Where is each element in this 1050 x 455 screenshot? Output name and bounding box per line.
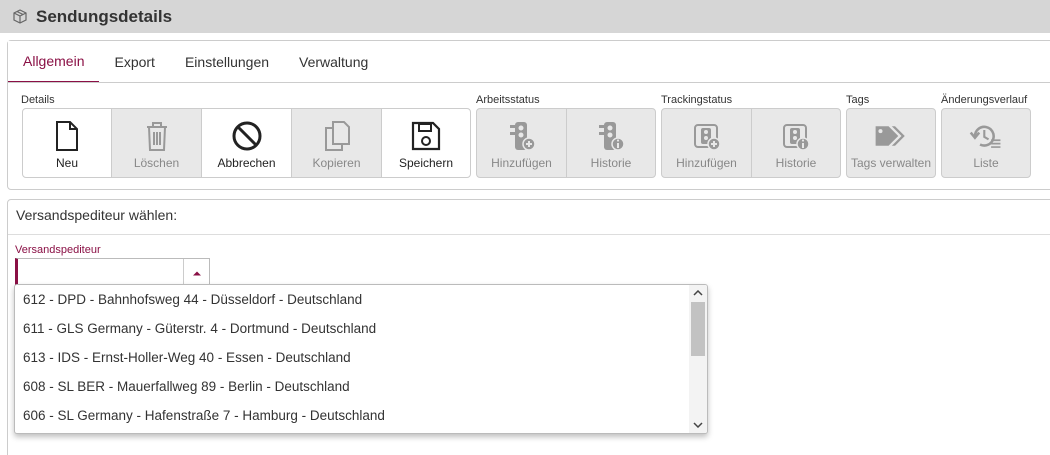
loeschen-label: Löschen xyxy=(133,156,180,170)
scrollbar-thumb[interactable] xyxy=(691,302,705,356)
abbrechen-label: Abbrechen xyxy=(217,156,276,170)
tags-verwalten-button[interactable]: Tags verwalten xyxy=(846,108,936,178)
tab-allgemein[interactable]: Allgemein xyxy=(8,41,100,83)
arbeitsstatus-historie-label: Historie xyxy=(590,156,632,170)
kopieren-label: Kopieren xyxy=(312,156,361,170)
neu-label: Neu xyxy=(55,156,78,170)
tracking-historie-button[interactable]: Historie xyxy=(751,108,841,178)
dropdown-toggle[interactable] xyxy=(183,259,209,285)
tags-icon xyxy=(874,119,908,153)
liste-label: Liste xyxy=(973,156,999,170)
ribbon-panel: Allgemein Export Einstellungen Verwaltun… xyxy=(7,40,1050,190)
arbeitsstatus-historie-button[interactable]: Historie xyxy=(566,108,656,178)
history-list-icon xyxy=(969,119,1003,153)
window-titlebar: Sendungsdetails xyxy=(0,0,1050,33)
tab-bar: Allgemein Export Einstellungen Verwaltun… xyxy=(8,41,383,83)
arbeitsstatus-hinzufuegen-button[interactable]: Hinzufügen xyxy=(476,108,567,178)
package-icon xyxy=(12,8,28,25)
scroll-down-icon[interactable] xyxy=(689,417,707,433)
dropdown-option[interactable]: 608 - SL BER - Mauerfallweg 89 - Berlin … xyxy=(15,372,707,401)
caret-up-icon xyxy=(192,263,202,281)
group-label-trackingstatus: Trackingstatus xyxy=(661,94,733,106)
scroll-up-icon[interactable] xyxy=(689,285,707,301)
tags-verwalten-label: Tags verwalten xyxy=(850,156,932,170)
dropdown-scrollbar[interactable] xyxy=(689,285,707,433)
kopieren-button[interactable]: Kopieren xyxy=(291,108,382,178)
tab-divider xyxy=(8,82,1050,83)
dropdown-option[interactable]: 606 - SL Germany - Hafenstraße 7 - Hambu… xyxy=(15,401,707,430)
tab-export[interactable]: Export xyxy=(99,41,169,83)
tracking-hinzufuegen-label: Hinzufügen xyxy=(676,156,737,170)
neu-button[interactable]: Neu xyxy=(22,108,112,178)
trash-icon xyxy=(140,119,174,153)
dropdown-option[interactable]: 611 - GLS Germany - Güterstr. 4 - Dortmu… xyxy=(15,314,707,343)
speichern-button[interactable]: Speichern xyxy=(381,108,471,178)
new-document-icon xyxy=(50,119,84,153)
group-label-details: Details xyxy=(21,94,55,106)
speichern-label: Speichern xyxy=(398,156,454,170)
tracking-add-icon xyxy=(690,119,724,153)
section-title: Versandspediteur wählen: xyxy=(16,207,178,223)
dropdown-option[interactable]: 612 - DPD - Bahnhofsweg 44 - Düsseldorf … xyxy=(15,285,707,314)
group-label-arbeitsstatus: Arbeitsstatus xyxy=(476,94,540,106)
loeschen-button[interactable]: Löschen xyxy=(111,108,202,178)
tracking-hinzufuegen-button[interactable]: Hinzufügen xyxy=(661,108,752,178)
group-label-tags: Tags xyxy=(846,94,870,106)
versandspediteur-select[interactable] xyxy=(15,258,210,286)
tracking-info-icon xyxy=(779,119,813,153)
tab-verwaltung[interactable]: Verwaltung xyxy=(284,41,383,83)
copy-icon xyxy=(320,119,354,153)
liste-button[interactable]: Liste xyxy=(941,108,1031,178)
dropdown-option[interactable]: 613 - IDS - Ernst-Holler-Weg 40 - Essen … xyxy=(15,343,707,372)
traffic-light-add-icon xyxy=(505,119,539,153)
group-label-aenderungsverlauf: Änderungsverlauf xyxy=(941,94,1028,106)
arbeitsstatus-hinzufuegen-label: Hinzufügen xyxy=(491,156,552,170)
cancel-icon xyxy=(230,119,264,153)
section-divider xyxy=(8,234,1050,235)
save-icon xyxy=(409,119,443,153)
tracking-historie-label: Historie xyxy=(775,156,817,170)
versandspediteur-dropdown-list: 612 - DPD - Bahnhofsweg 44 - Düsseldorf … xyxy=(14,284,708,434)
window-title: Sendungsdetails xyxy=(36,6,173,26)
abbrechen-button[interactable]: Abbrechen xyxy=(201,108,292,178)
versandspediteur-label: Versandspediteur xyxy=(15,244,101,256)
traffic-light-info-icon xyxy=(594,119,628,153)
tab-einstellungen[interactable]: Einstellungen xyxy=(170,41,284,83)
